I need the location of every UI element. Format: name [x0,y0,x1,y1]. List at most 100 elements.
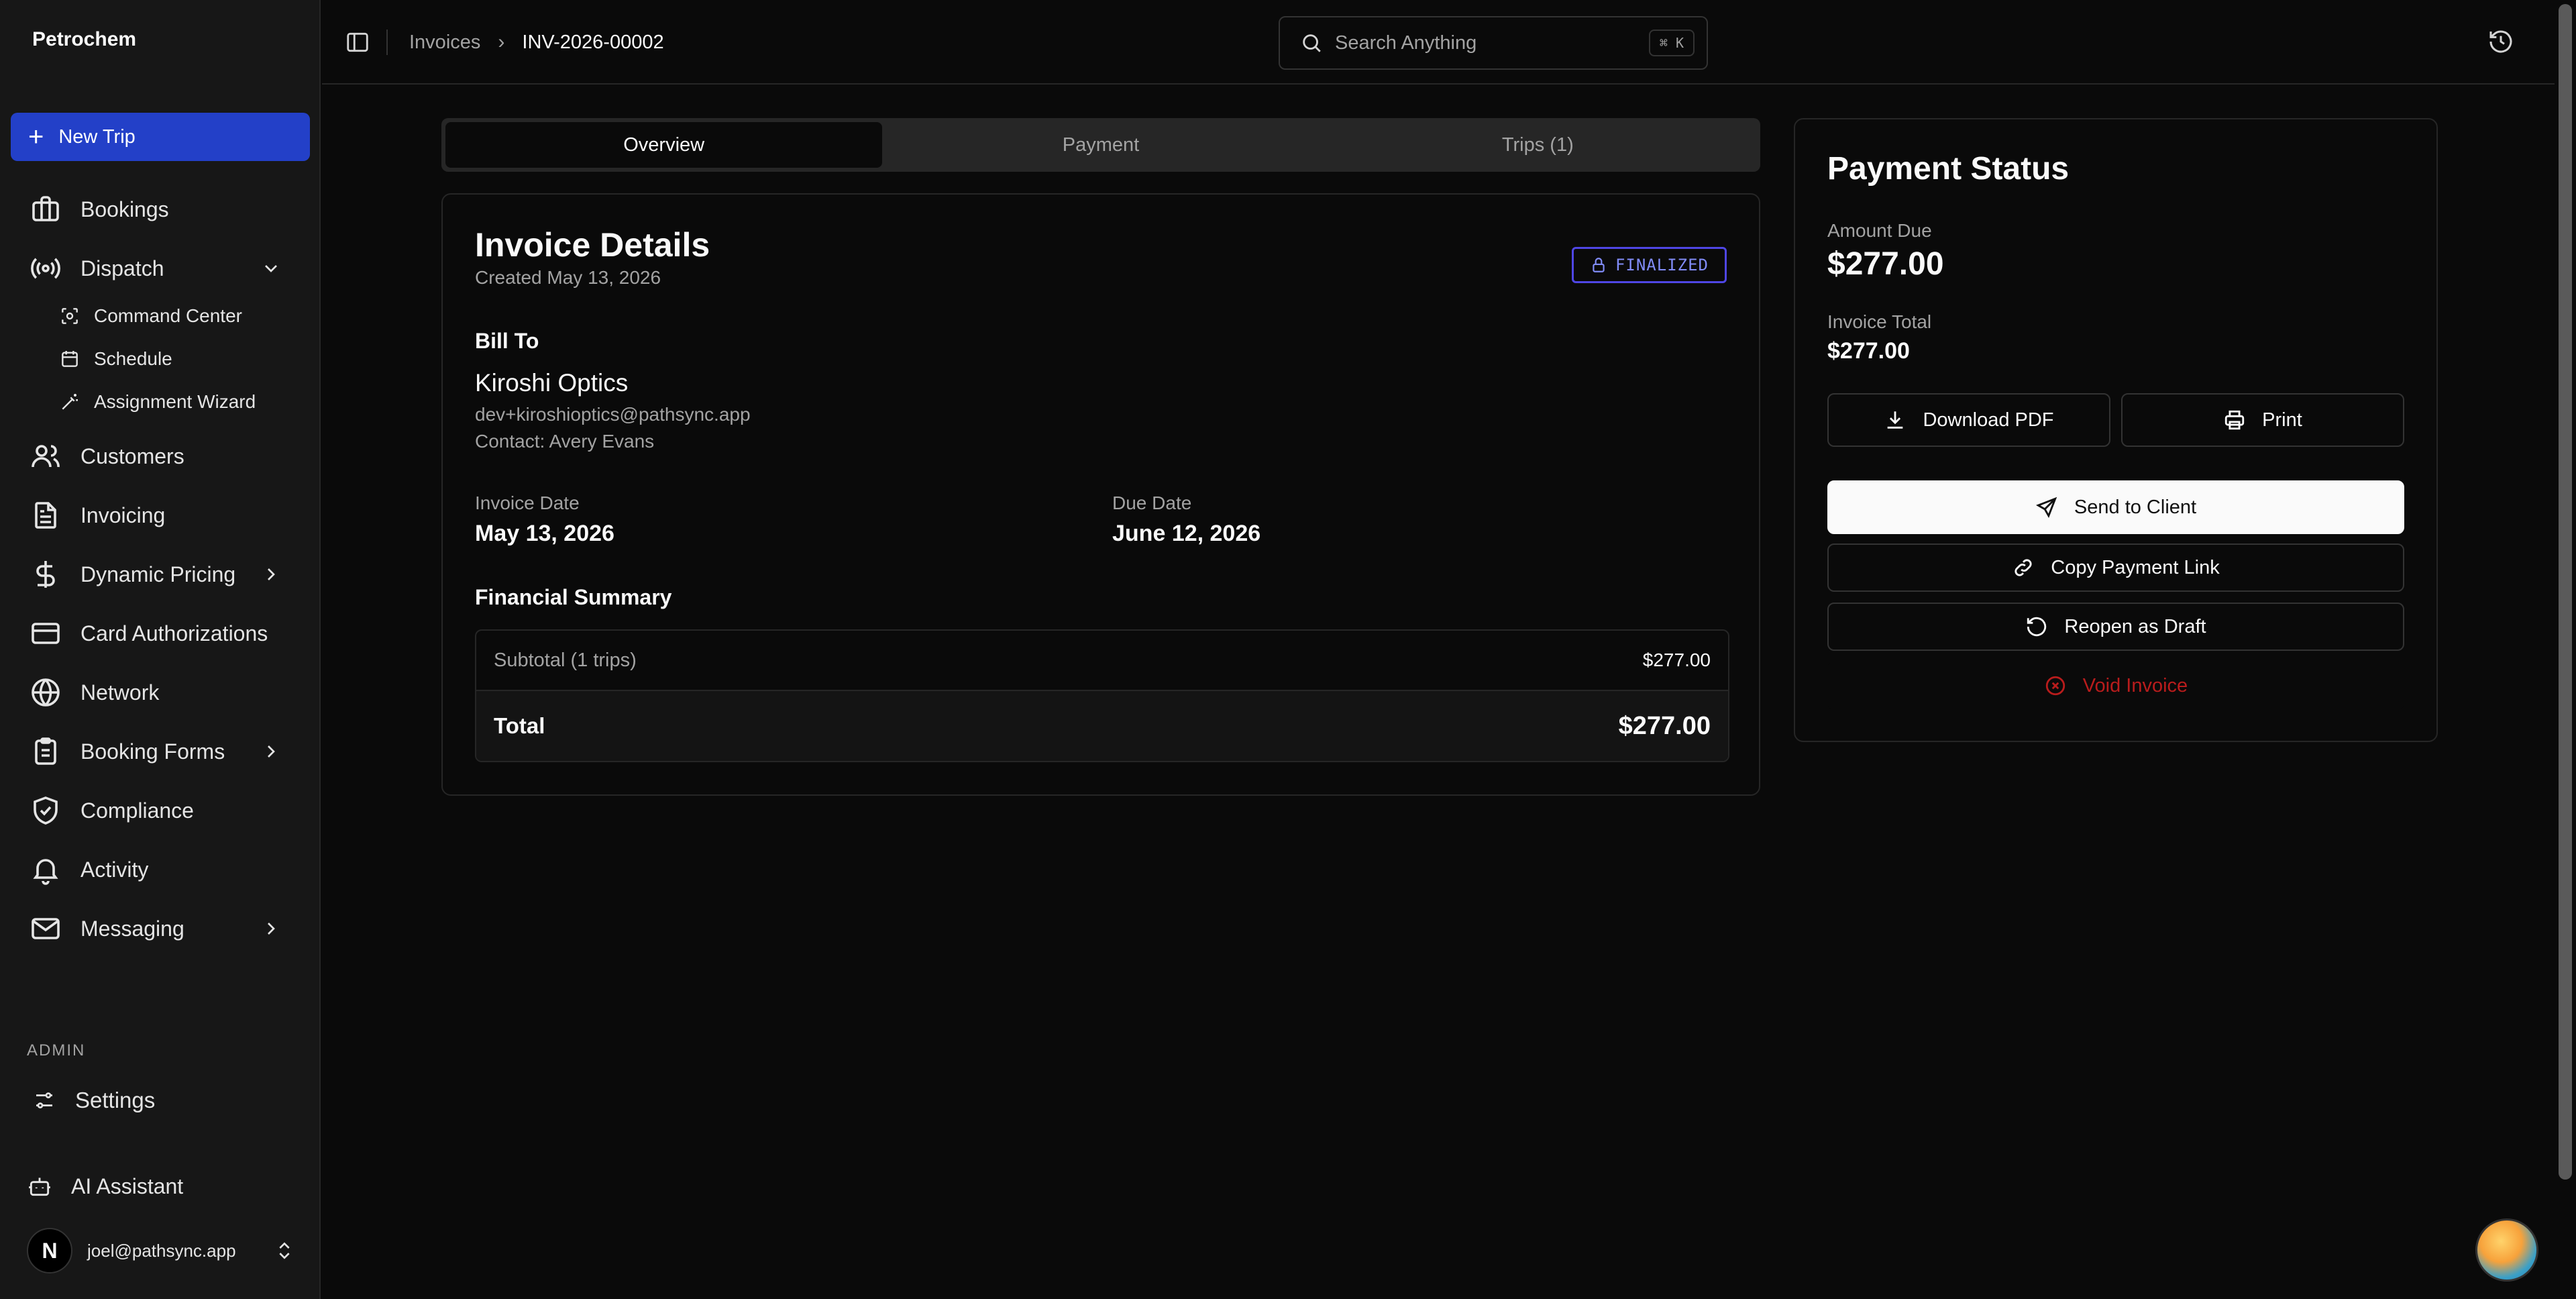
sidebar-item-activity[interactable]: Activity [30,848,298,891]
admin-section-label: ADMIN [27,1041,86,1059]
void-invoice-button[interactable]: Void Invoice [1827,662,2404,710]
chevron-right-icon[interactable] [260,564,282,585]
sidebar-item-compliance[interactable]: Compliance [30,789,298,832]
credit-card-icon [32,623,60,644]
sidebar-subitem-label: Assignment Wizard [94,391,256,412]
invoice-total-value: $277.00 [1827,338,1910,364]
sidebar-item-label: Network [80,680,160,705]
invoice-total-label: Invoice Total [1827,311,1932,332]
floating-assistant-avatar[interactable] [2475,1218,2538,1282]
search-input[interactable]: Search Anything ⌘ K [1279,16,1708,70]
ai-assistant-label: AI Assistant [71,1174,184,1198]
sidebar-item-label: Invoicing [80,503,166,527]
user-menu[interactable]: N joel@pathsync.app [27,1227,295,1275]
breadcrumb-separator: › [498,31,505,53]
breadcrumb-invoices-link[interactable]: Invoices [409,32,480,54]
copy-payment-link-button[interactable]: Copy Payment Link [1827,543,2404,592]
app-root: Petrochem + New Trip Bookings Dispatch C… [0,0,2576,1299]
sidebar-item-label: Dispatch [80,256,164,280]
sidebar-item-label: Dynamic Pricing [80,562,236,586]
new-trip-button[interactable]: + New Trip [11,113,310,161]
subtotal-label: Subtotal (1 trips) [494,649,637,671]
clipboard-icon [35,737,56,765]
breadcrumb-current: INV-2026-00002 [522,31,664,53]
globe-icon [32,678,60,707]
sidebar-item-customers[interactable]: Customers [30,435,298,478]
send-to-client-button[interactable]: Send to Client [1827,480,2404,534]
sidebar-item-label: Customers [80,444,184,468]
reopen-as-draft-button[interactable]: Reopen as Draft [1827,603,2404,651]
chevrons-up-down-icon [279,1242,290,1259]
payment-status-title: Payment Status [1827,151,2070,187]
download-pdf-label: Download PDF [1923,409,2054,431]
sidebar-item-dispatch[interactable]: Dispatch [30,247,298,290]
document-icon [35,502,56,529]
printer-icon [2225,410,2245,430]
invoice-date-value: May 13, 2026 [475,521,614,546]
subtotal-value: $277.00 [1642,650,1711,670]
bill-to-heading: Bill To [475,329,539,353]
chevron-right-icon[interactable] [260,741,282,762]
download-pdf-button[interactable]: Download PDF [1827,393,2110,447]
sidebar-subitem-assignment-wizard[interactable]: Assignment Wizard [59,386,301,418]
sidebar-item-label: Messaging [80,916,184,941]
download-icon [1888,411,1903,429]
total-row: Total $277.00 [476,691,1728,761]
sidebar-item-booking-forms[interactable]: Booking Forms [30,730,298,773]
search-icon [1303,34,1321,52]
ai-assistant-button[interactable]: AI Assistant [27,1165,295,1208]
user-email: joel@pathsync.app [87,1240,236,1261]
send-to-client-label: Send to Client [2074,496,2197,518]
sidebar-toggle-icon[interactable] [345,30,370,55]
customer-name: Kiroshi Optics [475,369,629,397]
sidebar-item-network[interactable]: Network [30,671,298,714]
sidebar-item-card-authorizations[interactable]: Card Authorizations [30,612,298,655]
tab-trips[interactable]: Trips (1) [1320,122,1756,168]
sidebar-item-dynamic-pricing[interactable]: Dynamic Pricing [30,553,298,596]
chevron-right-icon[interactable] [260,918,282,939]
sidebar-item-label: Settings [75,1088,156,1112]
sidebar-item-settings[interactable]: Settings [32,1079,301,1122]
sidebar-subitem-schedule[interactable]: Schedule [59,343,301,375]
calendar-icon [62,351,78,367]
invoice-details-card: Invoice Details Created May 13, 2026 FIN… [441,193,1760,796]
users-icon [32,445,60,468]
scrollbar-thumb[interactable] [2559,4,2572,1180]
page-scrollbar[interactable] [2555,0,2576,1299]
status-badge: FINALIZED [1571,247,1727,283]
sidebar: Petrochem + New Trip Bookings Dispatch C… [0,0,321,1299]
print-button[interactable]: Print [2121,393,2404,447]
briefcase-icon [32,196,59,221]
history-icon[interactable] [2487,28,2514,55]
breadcrumb: Invoices › INV-2026-00002 [409,31,664,54]
plus-icon: + [28,122,44,152]
bot-icon [29,1178,50,1196]
sidebar-subitem-label: Command Center [94,305,242,326]
subtotal-row: Subtotal (1 trips) $277.00 [476,631,1728,691]
divider [386,30,388,55]
invoice-tabs: Overview Payment Trips (1) [441,118,1760,172]
reopen-as-draft-label: Reopen as Draft [2064,615,2206,637]
sidebar-subitem-command-center[interactable]: Command Center [59,300,301,332]
send-icon [2035,497,2057,519]
financial-summary-heading: Financial Summary [475,585,672,609]
tab-payment[interactable]: Payment [882,122,1319,168]
x-circle-icon [2045,676,2065,696]
sidebar-item-messaging[interactable]: Messaging [30,907,298,950]
sliders-icon [36,1092,52,1108]
void-invoice-label: Void Invoice [2082,674,2188,696]
sidebar-subitem-label: Schedule [94,348,172,369]
status-badge-label: FINALIZED [1615,256,1709,274]
amount-due-label: Amount Due [1827,220,1932,241]
magic-wand-icon [62,394,78,410]
sidebar-item-label: Card Authorizations [80,621,268,645]
tab-overview[interactable]: Overview [445,122,883,168]
sidebar-item-bookings[interactable]: Bookings [30,188,298,231]
shield-check-icon [34,796,58,825]
chevron-down-icon[interactable] [260,258,282,279]
financial-summary-table: Subtotal (1 trips) $277.00 Total $277.00 [475,629,1729,762]
rotate-ccw-icon [2027,617,2047,637]
sidebar-item-invoicing[interactable]: Invoicing [30,494,298,537]
link-icon [2015,559,2032,576]
brand-name: Petrochem [32,28,137,50]
